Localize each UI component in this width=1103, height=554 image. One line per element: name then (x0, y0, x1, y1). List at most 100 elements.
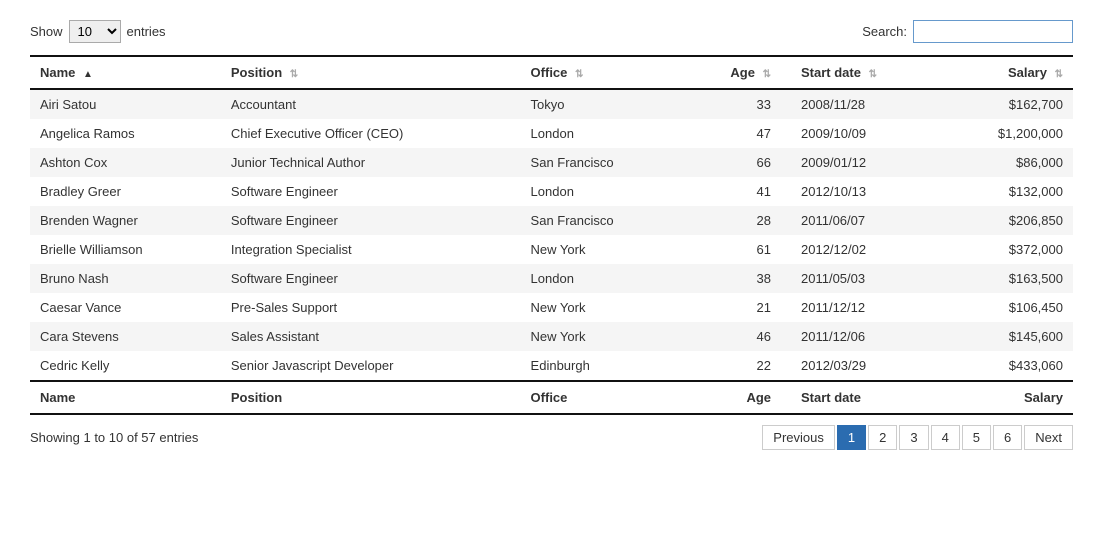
cell-position: Software Engineer (221, 177, 521, 206)
cell-salary: $206,850 (940, 206, 1073, 235)
data-table: Name Position Office Age Start date Sala… (30, 55, 1073, 415)
cell-name: Brenden Wagner (30, 206, 221, 235)
next-button[interactable]: Next (1024, 425, 1073, 450)
search-input[interactable] (913, 20, 1073, 43)
cell-name: Brielle Williamson (30, 235, 221, 264)
cell-startdate: 2011/12/06 (791, 322, 940, 351)
cell-name: Caesar Vance (30, 293, 221, 322)
table-body: Airi Satou Accountant Tokyo 33 2008/11/2… (30, 89, 1073, 381)
show-label: Show (30, 24, 63, 39)
col-age-label: Age (730, 65, 755, 80)
table-row: Ashton Cox Junior Technical Author San F… (30, 148, 1073, 177)
table-row: Bruno Nash Software Engineer London 38 2… (30, 264, 1073, 293)
entries-label: entries (127, 24, 166, 39)
cell-age: 61 (681, 235, 791, 264)
table-row: Brielle Williamson Integration Specialis… (30, 235, 1073, 264)
search-label: Search: (862, 24, 907, 39)
cell-name: Ashton Cox (30, 148, 221, 177)
cell-office: New York (521, 293, 682, 322)
cell-startdate: 2008/11/28 (791, 89, 940, 119)
footer-row: Name Position Office Age Start date Sala… (30, 381, 1073, 414)
cell-age: 46 (681, 322, 791, 351)
table-row: Brenden Wagner Software Engineer San Fra… (30, 206, 1073, 235)
bottom-bar: Showing 1 to 10 of 57 entries Previous 1… (30, 425, 1073, 450)
showing-info: Showing 1 to 10 of 57 entries (30, 430, 198, 445)
cell-name: Angelica Ramos (30, 119, 221, 148)
table-row: Cara Stevens Sales Assistant New York 46… (30, 322, 1073, 351)
cell-startdate: 2011/05/03 (791, 264, 940, 293)
foot-col-position: Position (221, 381, 521, 414)
cell-office: London (521, 264, 682, 293)
foot-col-office: Office (521, 381, 682, 414)
show-entries: Show 10 25 50 100 entries (30, 20, 166, 43)
col-startdate-label: Start date (801, 65, 861, 80)
cell-name: Bradley Greer (30, 177, 221, 206)
cell-office: Tokyo (521, 89, 682, 119)
prev-button[interactable]: Previous (762, 425, 835, 450)
col-position-label: Position (231, 65, 282, 80)
table-row: Angelica Ramos Chief Executive Officer (… (30, 119, 1073, 148)
sort-icon-age (763, 69, 771, 80)
cell-startdate: 2009/10/09 (791, 119, 940, 148)
cell-position: Sales Assistant (221, 322, 521, 351)
cell-name: Airi Satou (30, 89, 221, 119)
page-btn-4[interactable]: 4 (931, 425, 960, 450)
cell-office: San Francisco (521, 148, 682, 177)
cell-age: 33 (681, 89, 791, 119)
top-controls: Show 10 25 50 100 entries Search: (30, 20, 1073, 43)
page-btn-6[interactable]: 6 (993, 425, 1022, 450)
col-header-startdate[interactable]: Start date (791, 56, 940, 89)
cell-startdate: 2011/12/12 (791, 293, 940, 322)
cell-startdate: 2012/12/02 (791, 235, 940, 264)
cell-name: Bruno Nash (30, 264, 221, 293)
cell-age: 38 (681, 264, 791, 293)
col-header-name[interactable]: Name (30, 56, 221, 89)
cell-position: Senior Javascript Developer (221, 351, 521, 381)
cell-office: San Francisco (521, 206, 682, 235)
foot-col-startdate: Start date (791, 381, 940, 414)
cell-office: New York (521, 235, 682, 264)
cell-office: New York (521, 322, 682, 351)
cell-startdate: 2011/06/07 (791, 206, 940, 235)
cell-age: 28 (681, 206, 791, 235)
page-btn-2[interactable]: 2 (868, 425, 897, 450)
cell-name: Cara Stevens (30, 322, 221, 351)
sort-icon-position (290, 69, 298, 80)
cell-position: Pre-Sales Support (221, 293, 521, 322)
col-header-office[interactable]: Office (521, 56, 682, 89)
cell-name: Cedric Kelly (30, 351, 221, 381)
col-office-label: Office (531, 65, 568, 80)
cell-startdate: 2009/01/12 (791, 148, 940, 177)
col-name-label: Name (40, 65, 75, 80)
entries-select[interactable]: 10 25 50 100 (69, 20, 121, 43)
cell-salary: $86,000 (940, 148, 1073, 177)
cell-salary: $163,500 (940, 264, 1073, 293)
page-btn-3[interactable]: 3 (899, 425, 928, 450)
cell-salary: $372,000 (940, 235, 1073, 264)
header-row: Name Position Office Age Start date Sala… (30, 56, 1073, 89)
search-box: Search: (862, 20, 1073, 43)
cell-salary: $162,700 (940, 89, 1073, 119)
page-btn-1[interactable]: 1 (837, 425, 866, 450)
foot-col-salary: Salary (940, 381, 1073, 414)
col-header-position[interactable]: Position (221, 56, 521, 89)
col-header-age[interactable]: Age (681, 56, 791, 89)
cell-office: London (521, 119, 682, 148)
cell-salary: $145,600 (940, 322, 1073, 351)
cell-salary: $433,060 (940, 351, 1073, 381)
cell-salary: $106,450 (940, 293, 1073, 322)
sort-icon-office (575, 69, 583, 80)
sort-icon-startdate (869, 69, 877, 80)
cell-salary: $132,000 (940, 177, 1073, 206)
pagination: Previous 1 2 3 4 5 6 Next (762, 425, 1073, 450)
cell-age: 66 (681, 148, 791, 177)
cell-salary: $1,200,000 (940, 119, 1073, 148)
table-row: Cedric Kelly Senior Javascript Developer… (30, 351, 1073, 381)
foot-col-name: Name (30, 381, 221, 414)
cell-position: Accountant (221, 89, 521, 119)
page-btn-5[interactable]: 5 (962, 425, 991, 450)
cell-position: Software Engineer (221, 264, 521, 293)
table-row: Airi Satou Accountant Tokyo 33 2008/11/2… (30, 89, 1073, 119)
col-header-salary[interactable]: Salary (940, 56, 1073, 89)
table-row: Bradley Greer Software Engineer London 4… (30, 177, 1073, 206)
